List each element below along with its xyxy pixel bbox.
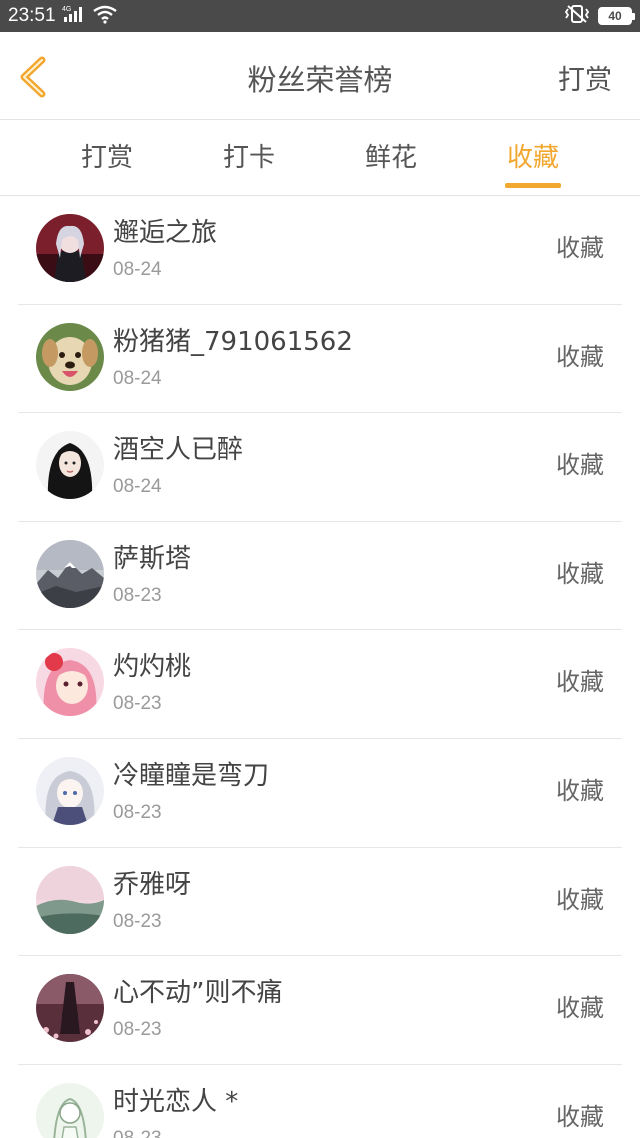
fan-date: 08-23 xyxy=(113,1127,162,1138)
network-type-label: 4G xyxy=(62,6,71,13)
fan-date: 08-24 xyxy=(113,367,162,389)
tab-checkin[interactable]: 打卡 xyxy=(209,141,289,175)
fan-date: 08-24 xyxy=(113,259,162,280)
status-right-icons: 40 xyxy=(564,4,635,28)
fan-name: 粉猪猪_791061562 xyxy=(113,326,353,357)
fan-date: 08-23 xyxy=(113,910,162,932)
avatar xyxy=(36,1082,104,1138)
fan-date: 08-24 xyxy=(113,476,162,498)
fan-action: 收藏 xyxy=(556,451,604,480)
avatar xyxy=(36,539,104,608)
list-item[interactable]: 灼灼桃 08-23 收藏 xyxy=(0,630,640,739)
list-item[interactable]: 粉猪猪_791061562 08-24 收藏 xyxy=(0,305,640,414)
fan-date: 08-23 xyxy=(113,1019,162,1041)
fan-list: 邂逅之旅 08-24 收藏 粉猪猪_791061562 08-24 收藏 酒空人… xyxy=(0,196,640,1138)
fan-action: 收藏 xyxy=(556,885,604,914)
fan-name: 乔雅呀 xyxy=(113,869,192,900)
tab-favorites[interactable]: 收藏 xyxy=(493,141,573,175)
fan-name: 冷瞳瞳是弯刀 xyxy=(113,760,270,791)
fan-action: 收藏 xyxy=(556,342,604,371)
fan-name: 心不动”则不痛 xyxy=(113,978,283,1009)
fan-name: 邂逅之旅 xyxy=(113,218,218,248)
reward-button[interactable]: 打赏 xyxy=(558,64,612,98)
nav-bar: 粉丝荣誉榜 打赏 xyxy=(0,32,640,120)
fan-date: 08-23 xyxy=(113,693,162,715)
battery-indicator: 40 xyxy=(598,7,635,25)
wifi-icon xyxy=(92,4,118,28)
cellular-signal-icon: 4G xyxy=(62,4,86,28)
avatar xyxy=(36,214,104,282)
fan-action: 收藏 xyxy=(556,234,604,262)
list-item[interactable]: 冷瞳瞳是弯刀 08-23 收藏 xyxy=(0,739,640,848)
list-item[interactable]: 酒空人已醉 08-24 收藏 xyxy=(0,413,640,522)
fan-action: 收藏 xyxy=(556,994,604,1023)
back-button[interactable] xyxy=(12,54,58,100)
fan-action: 收藏 xyxy=(556,776,604,805)
chevron-left-icon xyxy=(20,56,46,98)
fan-name: 时光恋人 * xyxy=(113,1086,239,1117)
list-item[interactable]: 乔雅呀 08-23 收藏 xyxy=(0,848,640,957)
avatar xyxy=(36,648,104,717)
fan-date: 08-23 xyxy=(113,584,162,606)
fan-name: 灼灼桃 xyxy=(113,652,192,683)
avatar xyxy=(36,322,104,391)
active-tab-indicator xyxy=(505,183,561,188)
fan-name: 酒空人已醉 xyxy=(113,435,244,466)
fan-date: 08-23 xyxy=(113,801,162,823)
avatar xyxy=(36,865,104,934)
fan-name: 萨斯塔 xyxy=(113,543,192,574)
list-item[interactable]: 时光恋人 * 08-23 收藏 xyxy=(0,1065,640,1138)
avatar xyxy=(36,431,104,500)
status-time: 23:51 xyxy=(8,5,56,26)
fan-action: 收藏 xyxy=(556,1102,604,1131)
status-bar: 23:51 4G 40 xyxy=(0,0,640,32)
vibrate-icon xyxy=(564,4,590,28)
list-item[interactable]: 萨斯塔 08-23 收藏 xyxy=(0,522,640,631)
page-title: 粉丝荣誉榜 xyxy=(247,63,393,97)
tab-flowers[interactable]: 鲜花 xyxy=(351,141,431,175)
tab-reward[interactable]: 打赏 xyxy=(67,141,147,175)
avatar xyxy=(36,974,104,1043)
fan-action: 收藏 xyxy=(556,668,604,697)
status-left-icons: 4G xyxy=(62,5,118,27)
list-item[interactable]: 邂逅之旅 08-24 收藏 xyxy=(0,196,640,305)
list-item[interactable]: 心不动”则不痛 08-23 收藏 xyxy=(0,956,640,1065)
avatar xyxy=(36,756,104,825)
fan-action: 收藏 xyxy=(556,559,604,588)
